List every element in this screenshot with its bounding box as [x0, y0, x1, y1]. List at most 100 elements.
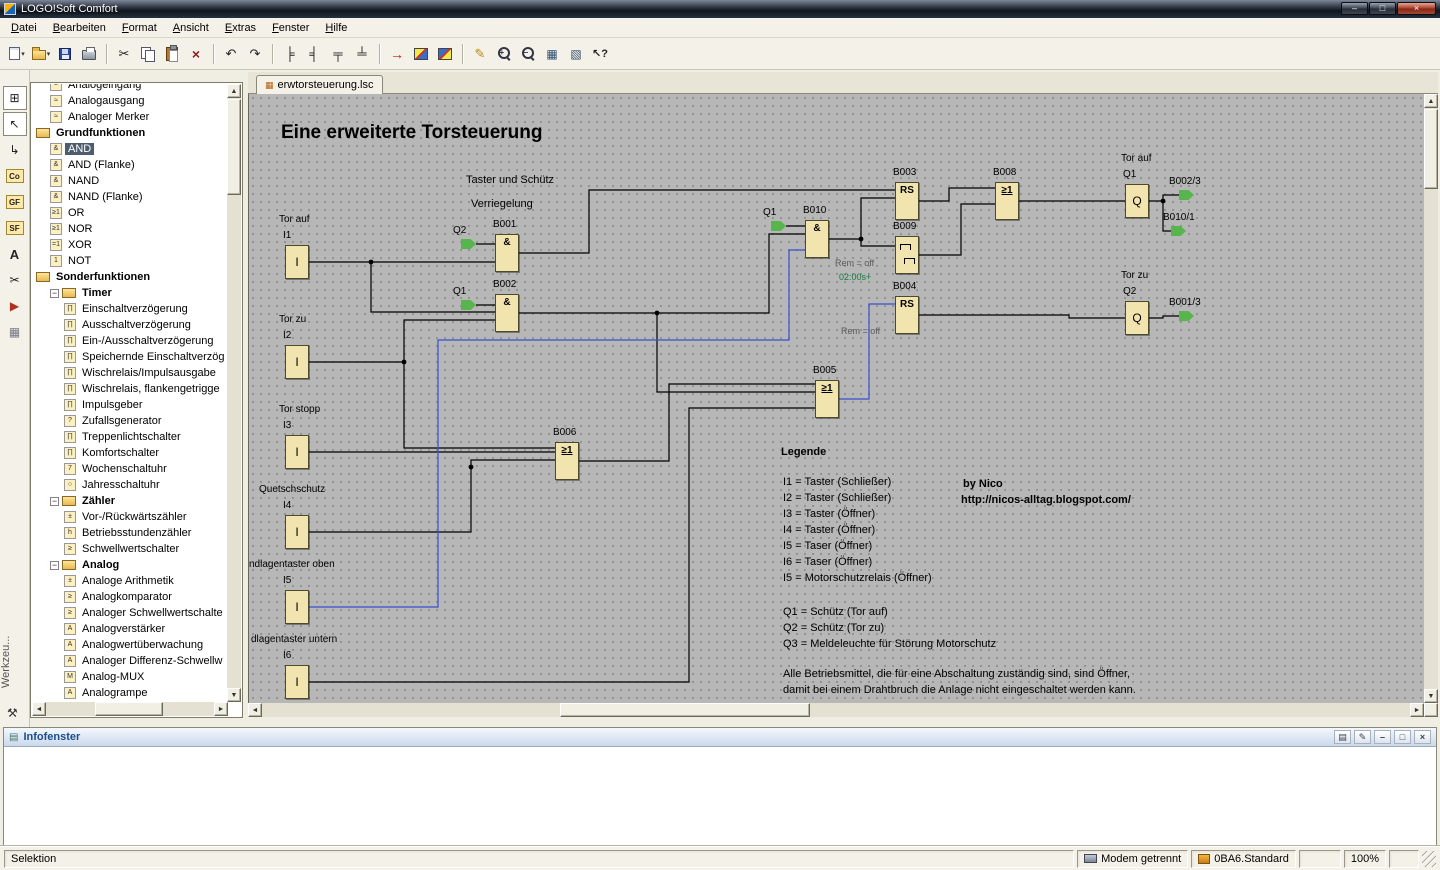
align-top-button[interactable]: ╤	[327, 43, 349, 65]
menu-datei[interactable]: Datei	[3, 20, 45, 36]
logo-to-pc-button[interactable]	[434, 43, 456, 65]
align-bottom-button[interactable]: ╧	[351, 43, 373, 65]
tree-item-analogkomparator[interactable]: ≥ Analogkomparator	[32, 589, 228, 605]
block-B006[interactable]: ≥1	[555, 442, 579, 480]
canvas-scroll-right-icon[interactable]: ►	[1410, 703, 1424, 717]
canvas-scroll-left-icon[interactable]: ◄	[248, 703, 262, 717]
credit-url[interactable]: http://nicos-alltag.blogspot.com/	[961, 494, 1131, 506]
info-minimize-button[interactable]: –	[1374, 730, 1391, 744]
tree-item-analog[interactable]: − Analog	[32, 557, 228, 573]
wire[interactable]	[919, 187, 995, 202]
wire[interactable]	[519, 233, 805, 314]
credit[interactable]: by Nico	[963, 478, 1003, 490]
tree-item-analogverst-rker[interactable]: A Analogverstärker	[32, 621, 228, 637]
copy-button[interactable]	[137, 43, 159, 65]
select-lines-button[interactable]: ▧	[565, 43, 587, 65]
tree-item-analogeingang[interactable]: ≈ Analogeingang	[32, 84, 228, 93]
block-B009[interactable]	[895, 236, 919, 274]
wire[interactable]	[919, 203, 995, 256]
resize-grip[interactable]	[1422, 850, 1436, 867]
close-button[interactable]: ×	[1397, 2, 1436, 15]
legend-line[interactable]: I4 = Taster (Öffner)	[783, 524, 875, 536]
block-B005[interactable]: ≥1	[815, 380, 839, 418]
legend-line[interactable]: I2 = Taster (Schließer)	[783, 492, 891, 504]
collapse-toggle-icon[interactable]: −	[50, 288, 59, 298]
block-B004[interactable]: RS	[895, 296, 919, 334]
block-B008[interactable]: ≥1	[995, 182, 1019, 220]
menu-format[interactable]: Format	[114, 20, 165, 36]
tree-item-or[interactable]: ≥1 OR	[32, 205, 228, 221]
wire[interactable]	[519, 189, 895, 254]
wire[interactable]	[579, 383, 815, 462]
legend-line[interactable]: I1 = Taster (Schließer)	[783, 476, 891, 488]
tree-item-ein-ausschaltverz-gerung[interactable]: ∏ Ein-/Ausschaltverzögerung	[32, 333, 228, 349]
online-test-tool[interactable]: ▦	[3, 320, 27, 344]
basic-functions-tool[interactable]: GF	[3, 190, 27, 214]
tree-item-jahresschaltuhr[interactable]: ○ Jahresschaltuhr	[32, 477, 228, 493]
special-functions-tool[interactable]: SF	[3, 216, 27, 240]
block-B002[interactable]: &	[495, 294, 519, 332]
tree-item-nand-flanke[interactable]: & NAND (Flanke)	[32, 189, 228, 205]
block-Q1[interactable]: Q	[1125, 184, 1149, 218]
wire[interactable]	[403, 362, 555, 449]
redo-button[interactable]: ↷	[244, 43, 266, 65]
canvas-vscroll-thumb[interactable]	[1424, 109, 1438, 189]
print-button[interactable]	[78, 43, 100, 65]
block-B003[interactable]: RS	[895, 182, 919, 220]
zoom-in-button[interactable]: +	[493, 43, 515, 65]
canvas-hscroll-thumb[interactable]	[560, 703, 810, 717]
tree-item-wischrelais-flankengetrigge[interactable]: ∏ Wischrelais, flankengetrigge	[32, 381, 228, 397]
block-parameter[interactable]: 02:00s+	[839, 272, 871, 282]
diagram-note[interactable]: Verriegelung	[471, 198, 533, 210]
legend-line[interactable]: Alle Betriebsmittel, die für eine Abscha…	[783, 668, 1130, 680]
tree-item-speichernde-einschaltverz-g[interactable]: ∏ Speichernde Einschaltverzög	[32, 349, 228, 365]
paste-button[interactable]	[161, 43, 183, 65]
tree-item-betriebsstundenz-hler[interactable]: h Betriebsstundenzähler	[32, 525, 228, 541]
tree-item-vor-r-ckw-rtsz-hler[interactable]: ± Vor-/Rückwärtszähler	[32, 509, 228, 525]
delete-button[interactable]: ×	[185, 43, 207, 65]
tree-scroll-down-icon[interactable]: ▼	[227, 688, 241, 702]
canvas-scroll-up-icon[interactable]: ▲	[1424, 94, 1438, 108]
info-clear-button[interactable]: ✎	[1354, 730, 1371, 744]
tree-scroll-left-icon[interactable]: ◄	[32, 702, 46, 716]
wire[interactable]	[919, 314, 1125, 319]
tree-item-sonderfunktionen[interactable]: Sonderfunktionen	[32, 269, 228, 285]
legend-line[interactable]: damit bei einem Drahtbruch die Anlage ni…	[783, 684, 1136, 696]
info-copy-button[interactable]: ▤	[1334, 730, 1351, 744]
tree-item-einschaltverz-gerung[interactable]: ∏ Einschaltverzögerung	[32, 301, 228, 317]
constants-tool[interactable]: Co	[3, 164, 27, 188]
menu-fenster[interactable]: Fenster	[264, 20, 317, 36]
wire[interactable]	[309, 319, 495, 363]
legend-title[interactable]: Legende	[781, 446, 826, 458]
align-left-button[interactable]: ╞	[279, 43, 301, 65]
tree-vscroll-thumb[interactable]	[227, 99, 241, 195]
selection-tool[interactable]: ↖	[2, 112, 27, 136]
text-tool[interactable]: A	[3, 242, 27, 266]
tree-item-and-flanke[interactable]: & AND (Flanke)	[32, 157, 228, 173]
collapse-toggle-icon[interactable]: −	[50, 560, 59, 570]
menu-hilfe[interactable]: Hilfe	[317, 20, 355, 36]
block-I6[interactable]: I	[285, 665, 309, 699]
diagram-title[interactable]: Eine erweiterte Torsteuerung	[281, 122, 543, 144]
tree-scroll-right-icon[interactable]: ►	[214, 702, 228, 716]
save-button[interactable]	[54, 43, 76, 65]
tree-item-ausschaltverz-gerung[interactable]: ∏ Ausschaltverzögerung	[32, 317, 228, 333]
zoom-out-button[interactable]: −	[517, 43, 539, 65]
tree-scroll-up-icon[interactable]: ▲	[227, 84, 241, 98]
info-close-button[interactable]: ×	[1414, 730, 1431, 744]
legend-line[interactable]: Q2 = Schütz (Tor zu)	[783, 622, 884, 634]
tree-item-impulsgeber[interactable]: ∏ Impulsgeber	[32, 397, 228, 413]
wire[interactable]	[1149, 315, 1179, 319]
legend-line[interactable]: I3 = Taster (Öffner)	[783, 508, 875, 520]
legend-line[interactable]: I5 = Motorschutzrelais (Öffner)	[783, 572, 932, 584]
block-parameter[interactable]: Rem = off	[841, 326, 880, 336]
diagram-note[interactable]: Taster und Schütz	[466, 174, 554, 186]
tree-item-analogausgang[interactable]: ≈ Analogausgang	[32, 93, 228, 109]
diagram-canvas[interactable]: Eine erweiterte Torsteuerung Taster und S…	[248, 94, 1424, 703]
tree-item-grundfunktionen[interactable]: Grundfunktionen	[32, 125, 228, 141]
wire[interactable]	[309, 459, 555, 533]
tree-item-nand[interactable]: & NAND	[32, 173, 228, 189]
canvas-scroll-down-icon[interactable]: ▼	[1424, 689, 1438, 703]
cut-button[interactable]: ✂	[113, 43, 135, 65]
maximize-button[interactable]: □	[1369, 2, 1396, 15]
